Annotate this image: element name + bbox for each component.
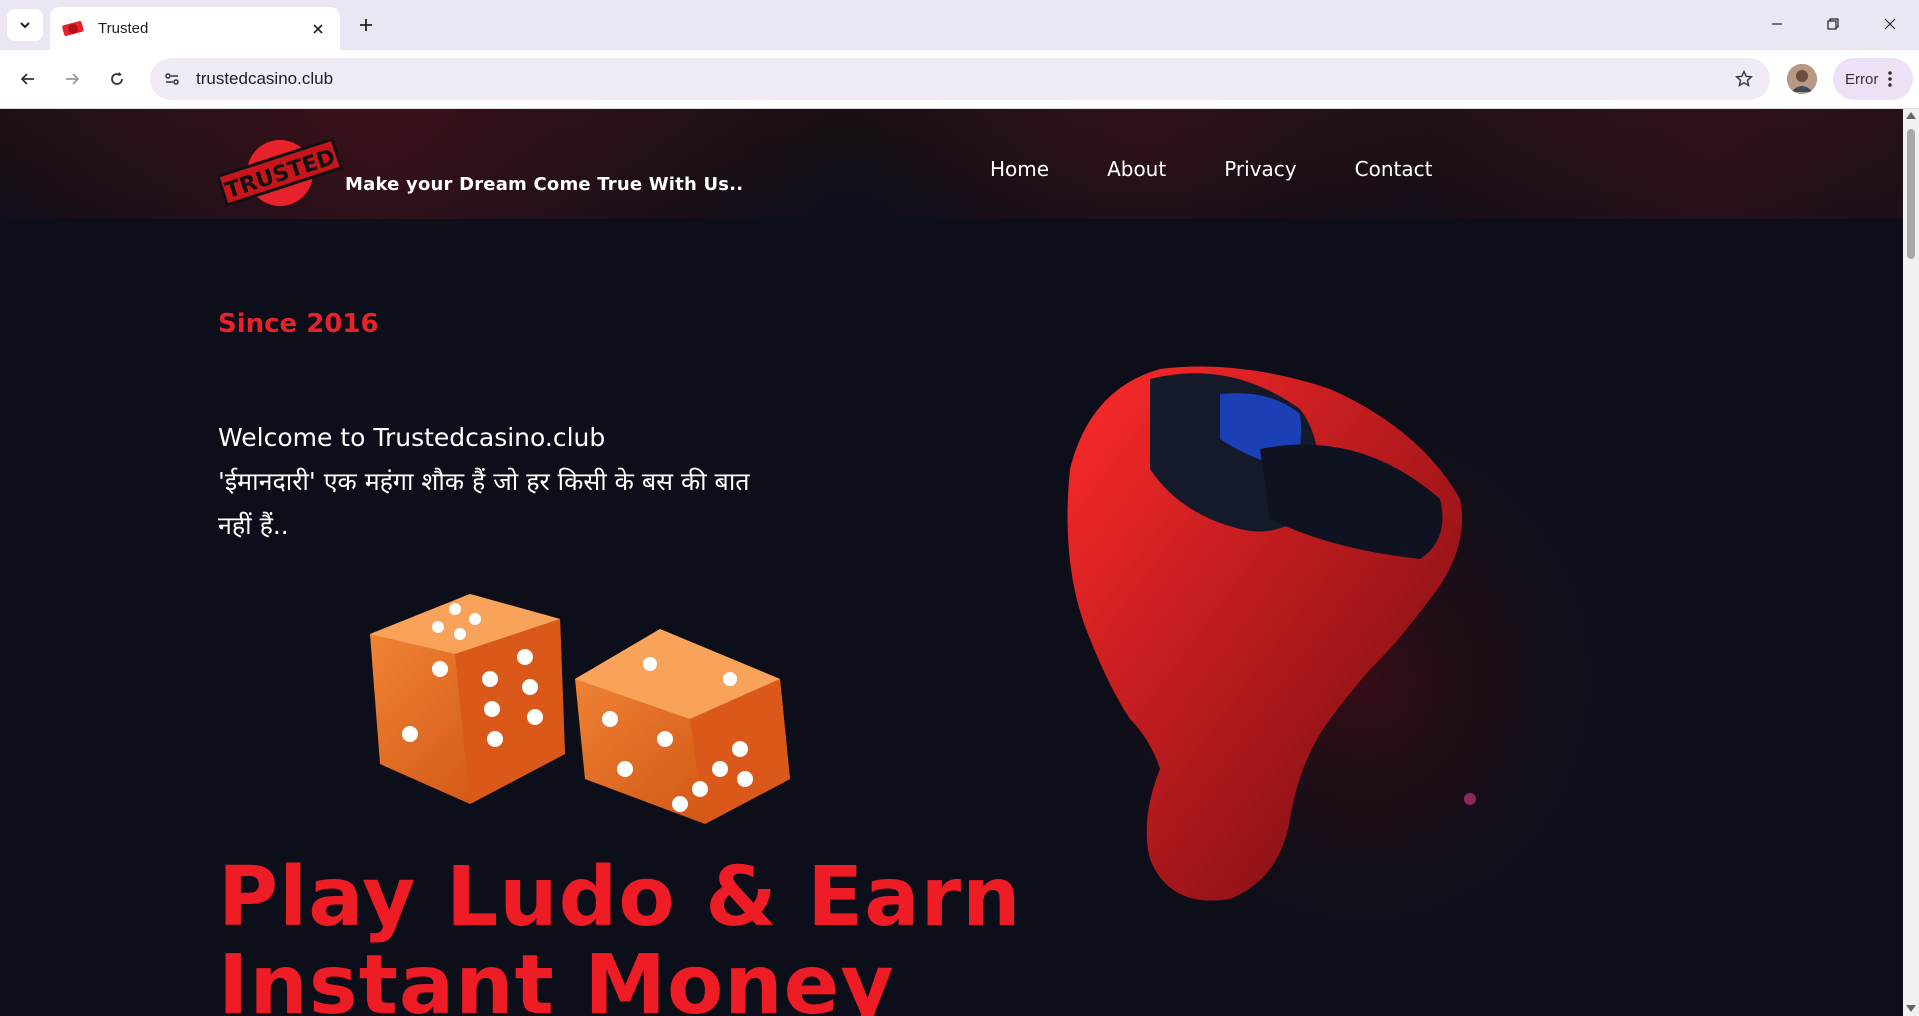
close-window-button[interactable] — [1872, 8, 1908, 40]
browser-toolbar: trustedcasino.club Error — [0, 50, 1919, 109]
forward-button[interactable] — [56, 63, 88, 95]
minimize-button[interactable] — [1759, 8, 1795, 40]
web-page: TRUSTED Make your Dream Come True With U… — [0, 109, 1903, 1016]
restore-button[interactable] — [1815, 8, 1851, 40]
trusted-favicon-icon — [62, 20, 84, 36]
error-label: Error — [1845, 70, 1879, 88]
reload-icon — [111, 72, 123, 85]
trusted-logo[interactable]: TRUSTED — [218, 131, 348, 211]
address-bar[interactable]: trustedcasino.club — [150, 58, 1770, 100]
nav-privacy[interactable]: Privacy — [1224, 157, 1296, 181]
hero-headline: Play Ludo & Earn Instant Money — [218, 854, 1021, 1016]
vr-headset-person-image — [1010, 339, 1640, 1016]
headline-line-1: Play Ludo & Earn — [218, 850, 1022, 945]
bookmark-star-icon[interactable] — [1726, 61, 1762, 97]
close-icon — [1884, 18, 1896, 30]
profile-error-button[interactable]: Error — [1833, 58, 1913, 100]
url-text[interactable]: trustedcasino.club — [196, 69, 1726, 89]
welcome-line-1: Welcome to Trustedcasino.club — [218, 423, 606, 452]
scroll-down-arrow-icon[interactable] — [1906, 1005, 1916, 1012]
main-nav: Home About Privacy Contact — [990, 157, 1490, 181]
close-tab-icon[interactable] — [306, 17, 330, 41]
welcome-text: Welcome to Trustedcasino.club 'ईमानदारी'… — [218, 416, 758, 548]
nav-about[interactable]: About — [1107, 157, 1166, 181]
plus-icon — [360, 19, 372, 31]
arrow-left-icon — [20, 73, 34, 85]
arrow-right-icon — [66, 73, 80, 85]
nav-home[interactable]: Home — [990, 157, 1049, 181]
site-tagline: Make your Dream Come True With Us.. — [345, 174, 744, 195]
nav-contact[interactable]: Contact — [1355, 157, 1433, 181]
tab-search-button[interactable] — [7, 9, 43, 41]
back-button[interactable] — [12, 63, 44, 95]
dice-image — [370, 594, 790, 824]
minimize-icon — [1772, 23, 1782, 25]
tab-bar: Trusted — [0, 0, 1919, 50]
welcome-line-2: 'ईमानदारी' एक महंगा शौक हैं जो हर किसी क… — [218, 467, 750, 540]
headline-line-2: Instant Money — [218, 938, 895, 1016]
scroll-up-arrow-icon[interactable] — [1906, 112, 1916, 119]
chevron-down-icon — [20, 22, 30, 29]
since-label: Since 2016 — [218, 309, 379, 339]
more-vert-icon — [1888, 71, 1893, 87]
restore-icon — [1827, 18, 1839, 30]
tab-title: Trusted — [98, 20, 149, 37]
active-tab[interactable]: Trusted — [50, 7, 340, 50]
page-scrollbar[interactable] — [1903, 109, 1919, 1016]
site-info-icon[interactable] — [154, 61, 190, 97]
profile-avatar[interactable] — [1787, 64, 1817, 94]
scroll-thumb[interactable] — [1907, 129, 1915, 259]
new-tab-button[interactable] — [352, 11, 380, 39]
reload-button[interactable] — [101, 63, 133, 95]
